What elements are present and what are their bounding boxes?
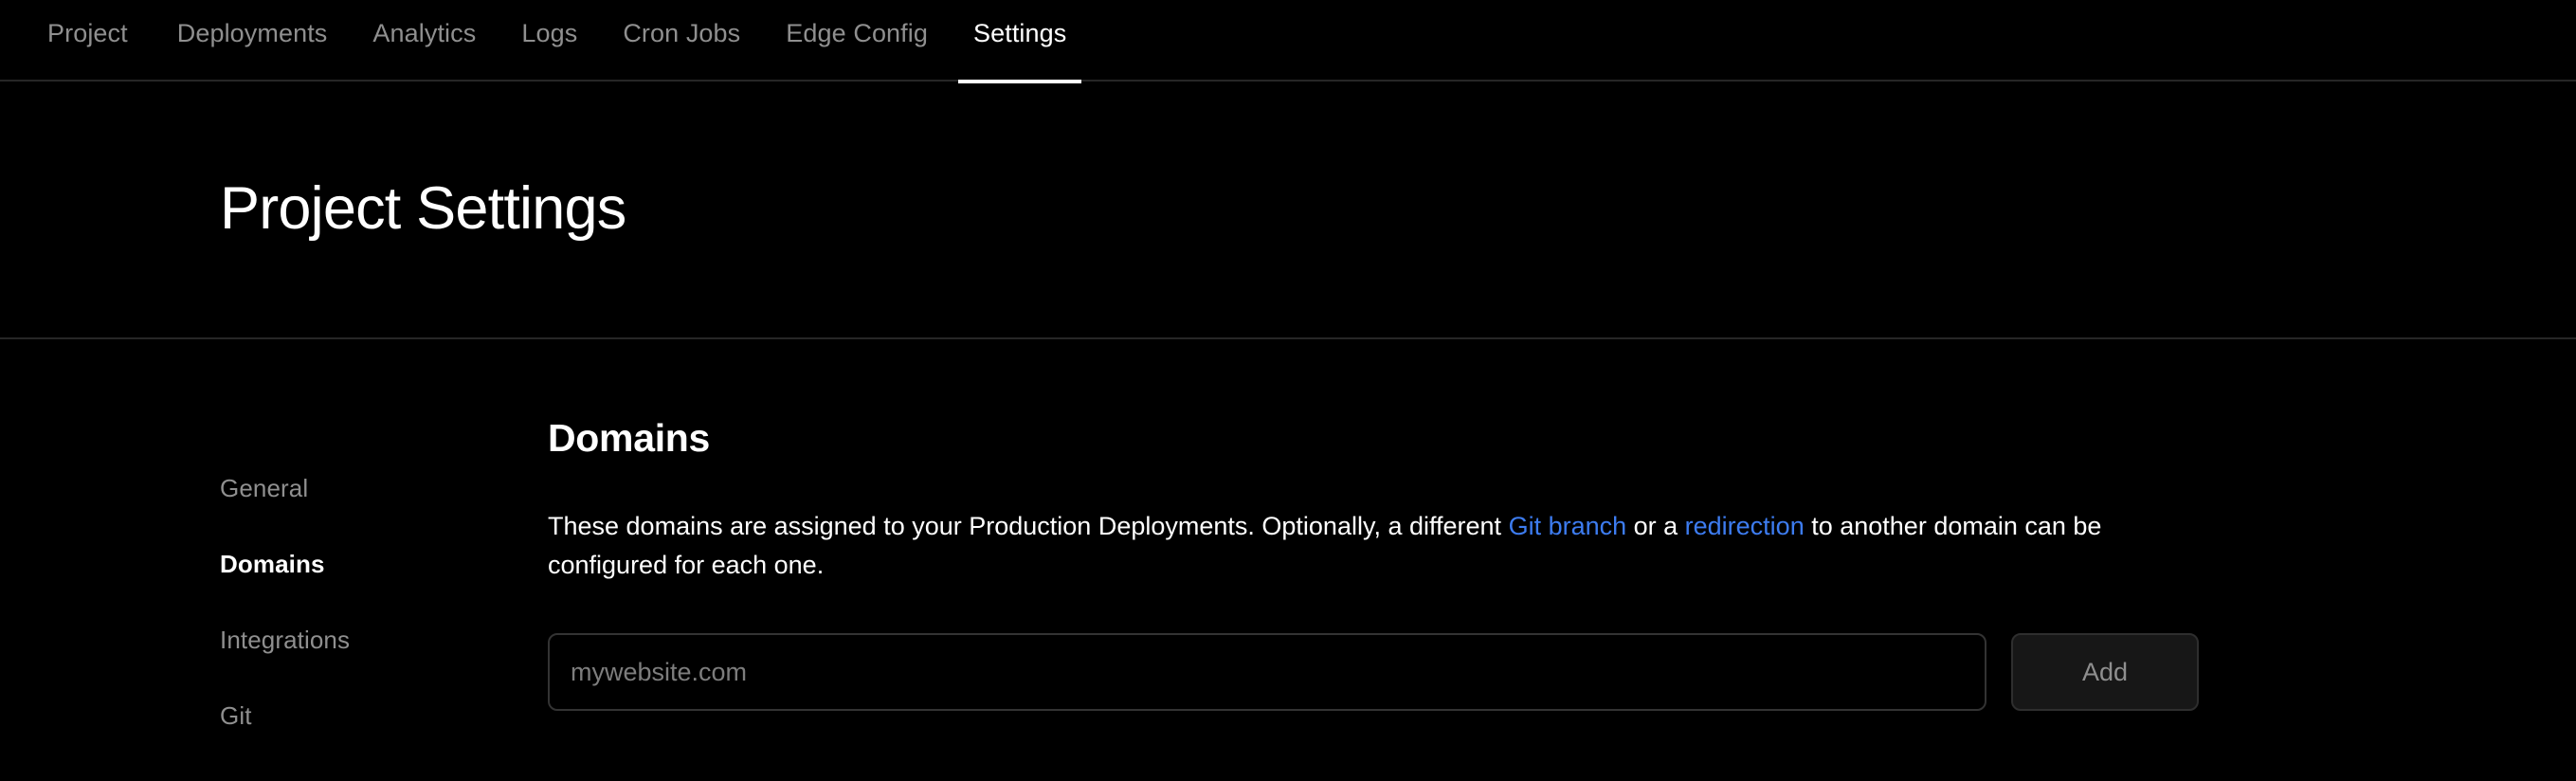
description-text-2: or a	[1626, 512, 1685, 541]
section-title: Domains	[548, 416, 711, 460]
redirection-link[interactable]: redirection	[1685, 512, 1805, 540]
sidebar-item-integrations[interactable]: Integrations	[220, 627, 548, 652]
sidebar-item-git[interactable]: Git	[220, 703, 548, 728]
page-body: GeneralDomainsIntegrationsGitFunctions D…	[0, 339, 2576, 781]
top-tab-project[interactable]: Project	[47, 21, 154, 82]
top-tab-logs[interactable]: Logs	[499, 21, 600, 82]
page-title: Project Settings	[220, 175, 626, 243]
top-tab-deployments[interactable]: Deployments	[154, 21, 351, 82]
top-navigation: Project Deployments Analytics Logs Cron Jobs…	[0, 0, 2576, 83]
top-tab-cron-jobs[interactable]: Cron Jobs	[600, 21, 763, 82]
sidebar-item-general[interactable]: General	[220, 476, 548, 500]
git-branch-link[interactable]: Git branch	[1509, 512, 1627, 540]
sidebar-item-domains[interactable]: Domains	[220, 552, 548, 576]
domain-input[interactable]	[548, 633, 1986, 712]
settings-sidebar: GeneralDomainsIntegrationsGitFunctions	[220, 417, 548, 781]
top-tab-edge-config[interactable]: Edge Config	[763, 21, 951, 82]
top-navigation-tabs: Project Deployments Analytics Logs Cron Jobs…	[47, 0, 2576, 83]
settings-content: Domains These domains are assigned to yo…	[548, 416, 2386, 781]
top-tab-analytics[interactable]: Analytics	[350, 21, 499, 82]
add-domain-button[interactable]: Add	[2011, 633, 2199, 712]
add-domain-form: Add	[548, 633, 2199, 712]
section-description: These domains are assigned to your Produ…	[548, 507, 2199, 584]
page-header: Project Settings	[0, 82, 2576, 339]
description-text-1: These domains are assigned to your Produ…	[548, 512, 1509, 541]
top-tab-settings[interactable]: Settings	[951, 21, 1089, 83]
